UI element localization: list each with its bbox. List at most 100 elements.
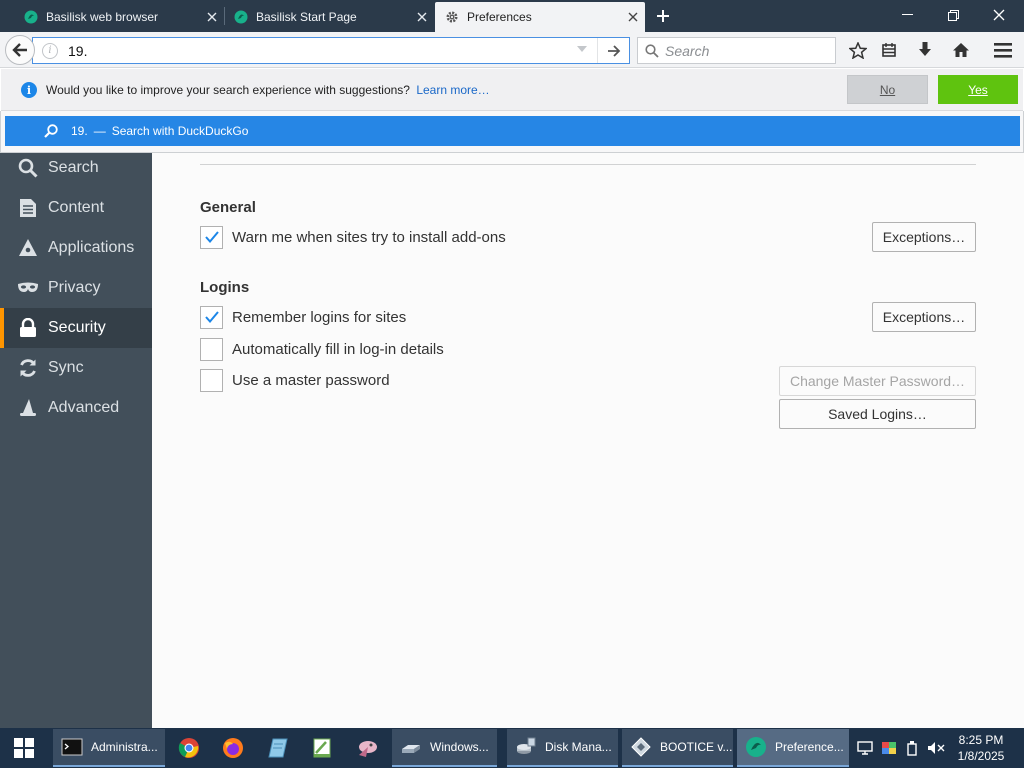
dragon-tool-icon — [359, 741, 377, 757]
no-button[interactable]: No — [847, 75, 928, 104]
tab-label: Basilisk web browser — [46, 9, 159, 24]
content-icon — [17, 197, 39, 219]
search-input[interactable] — [665, 42, 825, 59]
wizard-hat-icon — [17, 397, 39, 419]
basilisk-icon — [234, 10, 248, 23]
dropdown-arrow-icon[interactable] — [577, 46, 587, 53]
back-button[interactable] — [5, 35, 35, 65]
bookmark-star-button[interactable] — [844, 37, 872, 63]
url-bar[interactable]: i — [32, 37, 630, 64]
firefox-icon — [223, 738, 243, 758]
menu-button[interactable] — [989, 37, 1017, 63]
close-tab-icon[interactable] — [200, 5, 224, 29]
suggestion-query: 19. — [71, 124, 88, 138]
volume-muted-tray-icon[interactable] — [927, 739, 945, 757]
yes-button[interactable]: Yes — [938, 75, 1018, 104]
tab-basilisk-web-browser[interactable]: Basilisk web browser — [14, 3, 224, 30]
category-sync[interactable]: Sync — [0, 348, 152, 388]
display-tray-icon[interactable] — [880, 739, 898, 757]
close-icon — [993, 9, 1005, 21]
plus-icon — [657, 10, 669, 22]
close-tab-icon[interactable] — [410, 5, 434, 29]
warn-addons-label: Warn me when sites try to install add-on… — [232, 228, 506, 246]
remember-logins-option[interactable]: Remember logins for sites — [200, 305, 406, 329]
category-search[interactable]: Search — [0, 148, 152, 188]
new-tab-button[interactable] — [650, 4, 676, 28]
tab-preferences[interactable]: Preferences — [435, 2, 645, 32]
taskbar-item-label: Disk Mana... — [545, 740, 612, 754]
autofill-logins-label: Automatically fill in log-in details — [232, 340, 444, 358]
system-clock[interactable]: 8:25 PM 1/8/2025 — [954, 732, 1008, 764]
category-security[interactable]: Security — [0, 308, 152, 348]
start-button[interactable] — [0, 728, 48, 768]
close-tab-icon[interactable] — [621, 5, 645, 29]
site-info-icon[interactable]: i — [42, 42, 58, 59]
category-advanced[interactable]: Advanced — [0, 388, 152, 428]
search-bar[interactable] — [637, 37, 836, 64]
minimize-button[interactable] — [884, 0, 930, 30]
autofill-logins-checkbox[interactable] — [200, 337, 223, 361]
logins-heading: Logins — [200, 279, 250, 296]
master-password-checkbox[interactable] — [200, 368, 223, 392]
taskbar-item-windows[interactable]: Windows... — [392, 729, 497, 767]
go-button[interactable] — [597, 38, 629, 63]
logins-exceptions-button[interactable]: Exceptions… — [872, 302, 976, 332]
close-window-button[interactable] — [976, 0, 1022, 30]
bookmarks-icon — [882, 43, 896, 57]
taskbar-notes-button[interactable] — [263, 733, 293, 763]
master-password-option[interactable]: Use a master password — [200, 368, 390, 392]
notebook-icon — [268, 738, 288, 758]
category-label: Privacy — [48, 279, 101, 296]
search-suggestion-row[interactable]: 19. — Search with DuckDuckGo — [5, 116, 1020, 146]
saved-logins-button[interactable]: Saved Logins… — [779, 399, 976, 429]
taskbar-item-bootice[interactable]: BOOTICE v... — [622, 729, 733, 767]
bookmarks-menu-button[interactable] — [875, 37, 903, 63]
hamburger-menu-icon — [994, 42, 1012, 58]
taskbar-item-administrator-cmd[interactable]: Administra... — [53, 729, 165, 767]
taskbar-tool-button[interactable] — [352, 733, 382, 763]
chrome-icon — [178, 738, 199, 758]
taskbar-item-label: Preference... — [775, 740, 844, 754]
suggestion-separator: — — [93, 124, 106, 138]
master-password-label: Use a master password — [232, 371, 390, 389]
windows-logo-icon — [14, 738, 34, 758]
windows-taskbar: Administra... Windows... Disk Mana... BO… — [0, 728, 1024, 768]
taskbar-item-label: BOOTICE v... — [660, 740, 733, 754]
taskbar-firefox-button[interactable] — [218, 733, 248, 763]
gear-icon — [446, 11, 458, 23]
star-icon — [849, 41, 867, 59]
category-applications[interactable]: Applications — [0, 228, 152, 268]
category-label: Sync — [48, 359, 84, 376]
download-icon — [919, 42, 931, 56]
category-content[interactable]: Content — [0, 188, 152, 228]
taskbar-item-label: Administra... — [91, 740, 158, 754]
warn-addons-option[interactable]: Warn me when sites try to install add-on… — [200, 225, 506, 249]
search-icon — [17, 157, 39, 179]
taskbar-item-disk-management[interactable]: Disk Mana... — [507, 729, 618, 767]
taskbar-chrome-button[interactable] — [174, 733, 204, 763]
drive-icon — [402, 745, 420, 753]
home-button[interactable] — [947, 37, 975, 63]
restore-icon — [947, 9, 959, 21]
taskbar-editor-button[interactable] — [307, 733, 337, 763]
category-privacy[interactable]: Privacy — [0, 268, 152, 308]
tab-basilisk-start-page[interactable]: Basilisk Start Page — [224, 3, 434, 30]
taskbar-item-preferences[interactable]: Preference... — [737, 729, 849, 767]
section-divider — [200, 164, 976, 165]
suggestion-action: Search with DuckDuckGo — [111, 124, 249, 138]
change-master-password-button[interactable]: Change Master Password… — [779, 366, 976, 396]
url-suggestion-popup: 19. — Search with DuckDuckGo — [0, 111, 1024, 153]
usb-tray-icon[interactable] — [903, 739, 921, 757]
remember-logins-checkbox[interactable] — [200, 305, 223, 329]
autofill-logins-option[interactable]: Automatically fill in log-in details — [200, 337, 444, 361]
restore-button[interactable] — [930, 0, 976, 30]
security-preferences-pane: General Warn me when sites try to instal… — [152, 153, 1024, 728]
network-tray-icon[interactable] — [856, 739, 874, 757]
learn-more-link[interactable]: Learn more… — [416, 83, 489, 97]
warn-addons-checkbox[interactable] — [200, 225, 223, 249]
downloads-button[interactable] — [911, 37, 939, 63]
arrow-left-icon — [12, 43, 27, 57]
url-input[interactable] — [68, 42, 548, 59]
tab-bar: Basilisk web browser Basilisk Start Page… — [0, 0, 1024, 32]
addons-exceptions-button[interactable]: Exceptions… — [872, 222, 976, 252]
